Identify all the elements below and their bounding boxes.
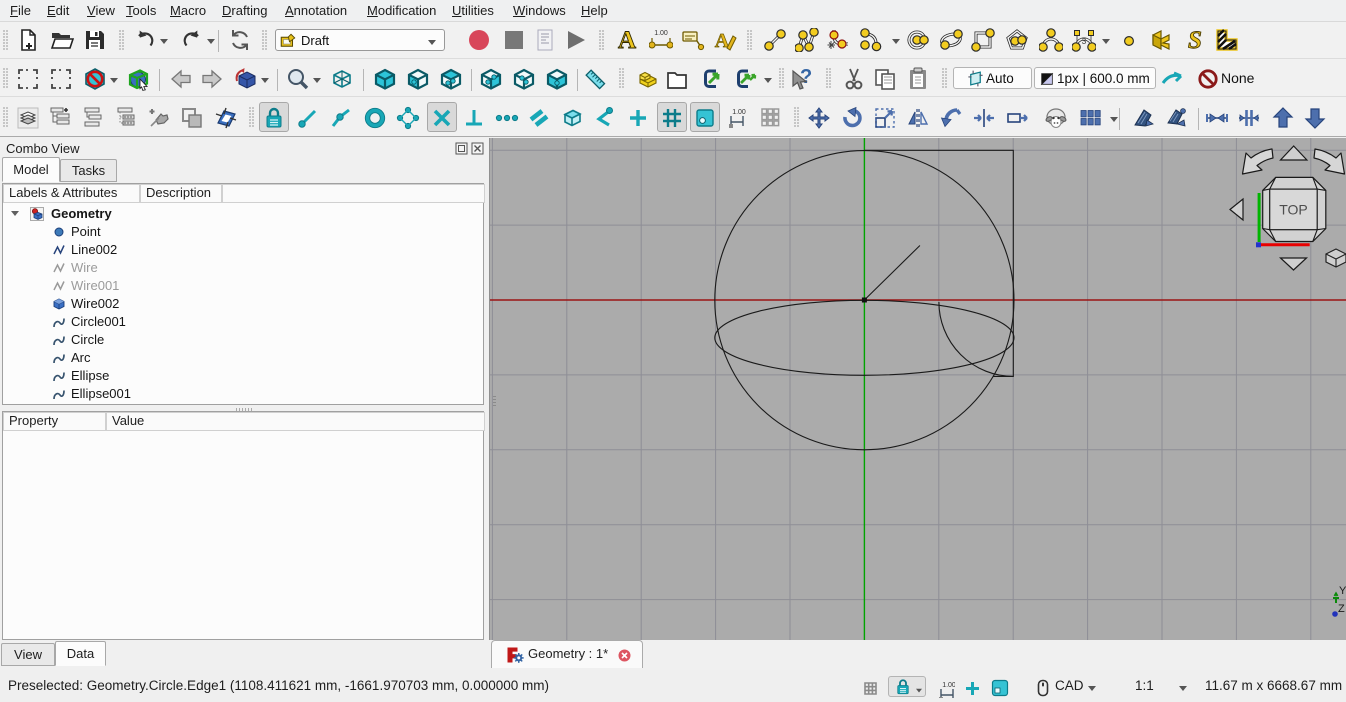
svg-text:A: A bbox=[618, 28, 636, 52]
svg-text:TOP: TOP bbox=[1279, 201, 1308, 217]
svg-text:Z: Z bbox=[1338, 603, 1345, 615]
svg-text:S: S bbox=[1188, 28, 1202, 52]
svg-text:1.00: 1.00 bbox=[654, 30, 668, 37]
svg-text:1.00: 1.00 bbox=[942, 682, 955, 689]
svg-text:1.00: 1.00 bbox=[732, 109, 746, 116]
svg-text:3: 3 bbox=[1082, 37, 1087, 46]
svg-text:Y: Y bbox=[1339, 585, 1346, 597]
